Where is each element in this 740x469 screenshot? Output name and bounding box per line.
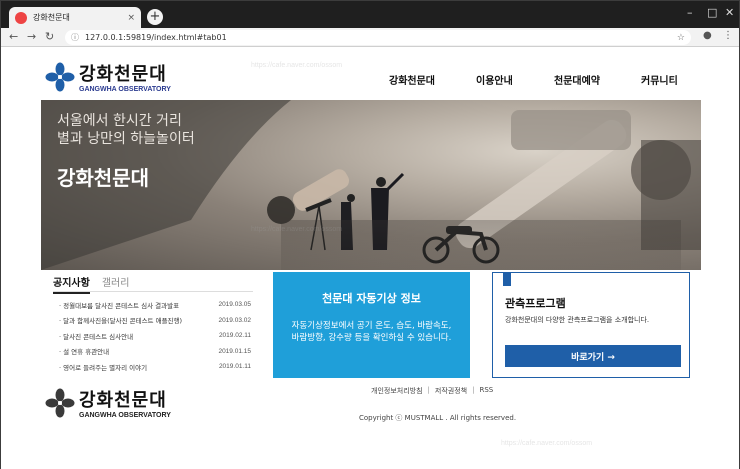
- list-item[interactable]: 달사진 콘테스트 심사안내 2019.02.11: [59, 328, 251, 344]
- browser-tab[interactable]: 강화천문대 ×: [9, 7, 141, 28]
- profile-icon[interactable]: ●: [703, 30, 712, 41]
- notice-title[interactable]: 달과 함께사진을(달사진 콘테스트 애플진행): [59, 315, 182, 325]
- observatory-logo-icon: [45, 388, 75, 417]
- list-item[interactable]: 달과 함께사진을(달사진 콘테스트 애플진행) 2019.03.02: [59, 313, 251, 329]
- notice-title[interactable]: 영어로 들려주는 별자리 이야기: [59, 362, 147, 372]
- notice-title[interactable]: 달사진 콘테스트 심사안내: [59, 331, 133, 341]
- weather-info-box[interactable]: 천문대 자동기상 정보 자동기상정보에서 공기 온도, 습도, 바람속도, 바람…: [273, 272, 470, 378]
- nav-menu-observatory[interactable]: 강화천문대: [389, 72, 435, 88]
- maximize-icon[interactable]: □: [707, 6, 717, 19]
- notice-date: 2019.01.15: [218, 347, 251, 355]
- go-button[interactable]: 바로가기 →: [505, 345, 681, 367]
- forward-icon[interactable]: →: [27, 30, 36, 43]
- url-text: 127.0.0.1:59819/index.html#tab01: [85, 33, 227, 42]
- footer-separator: |: [427, 386, 430, 394]
- watermark-text: https://cafe.naver.com/ossom: [501, 440, 593, 447]
- browser-window: 강화천문대 × + – □ ✕ ← → ↻ ⓘ 127.0.0.1:59819/…: [0, 0, 740, 469]
- tab-close-icon[interactable]: ×: [127, 13, 135, 23]
- privacy-policy-link[interactable]: 개인정보처리방침: [371, 386, 423, 396]
- nav-menu-guide[interactable]: 이용안내: [476, 72, 513, 88]
- bookmark-star-icon[interactable]: ☆: [677, 33, 685, 43]
- observatory-logo-icon: [45, 62, 75, 91]
- footer-logo-english: GANGWHA OBSERVATORY: [79, 412, 171, 419]
- hero-tagline-2: 별과 낭만의 하늘놀이터: [57, 131, 195, 147]
- notice-list: 정월대보름 달사진 콘테스트 심사 결과발표 2019.03.05 달과 함께사…: [59, 297, 251, 375]
- address-bar[interactable]: ⓘ 127.0.0.1:59819/index.html#tab01 ☆: [65, 30, 691, 45]
- header-logo[interactable]: 강화천문대 GANGWHA OBSERVATORY: [45, 60, 171, 93]
- new-tab-button[interactable]: +: [147, 9, 163, 25]
- favicon-icon: [15, 11, 27, 24]
- hero-tagline-1: 서울에서 한시간 거리: [57, 113, 182, 129]
- hero-banner: 서울에서 한시간 거리 별과 낭만의 하늘놀이터 강화천문대: [41, 100, 701, 270]
- notice-title[interactable]: 정월대보름 달사진 콘테스트 심사 결과발표: [59, 300, 179, 310]
- footer-separator: |: [472, 386, 475, 394]
- minimize-icon[interactable]: –: [687, 6, 693, 19]
- close-window-icon[interactable]: ✕: [725, 6, 734, 19]
- menu-dots-icon[interactable]: ⋮: [723, 30, 733, 41]
- rss-link[interactable]: RSS: [479, 386, 493, 396]
- weather-title: 천문대 자동기상 정보: [322, 292, 421, 305]
- copyright-text: Copyright ⓒ MUSTMALL . All rights reserv…: [359, 414, 517, 422]
- notice-divider: [53, 291, 253, 292]
- list-item[interactable]: 영어로 들려주는 별자리 이야기 2019.01.11: [59, 359, 251, 375]
- nav-menu-community[interactable]: 커뮤니티: [641, 72, 678, 88]
- program-accent-bar: [503, 273, 511, 286]
- nav-menu-reservation[interactable]: 천문대예약: [554, 72, 600, 88]
- program-box: 관측프로그램 강화천문대의 다양한 관측프로그램을 소개합니다. 바로가기 →: [492, 272, 690, 378]
- back-icon[interactable]: ←: [9, 30, 18, 43]
- program-description: 강화천문대의 다양한 관측프로그램을 소개합니다.: [505, 316, 650, 324]
- notice-date: 2019.03.02: [218, 316, 251, 324]
- notice-title[interactable]: 설 연휴 휴관안내: [59, 346, 109, 356]
- footer-links: 개인정보처리방침 | 저작권정책 | RSS: [371, 386, 493, 396]
- list-item[interactable]: 정월대보름 달사진 콘테스트 심사 결과발표 2019.03.05: [59, 297, 251, 313]
- weather-description: 자동기상정보에서 공기 온도, 습도, 바람속도, 바람방향, 강수량 등을 확…: [291, 321, 452, 343]
- web-page: 강화천문대 GANGWHA OBSERVATORY 강화천문대 이용안내 천문대…: [1, 48, 739, 469]
- logo-english: GANGWHA OBSERVATORY: [79, 86, 171, 93]
- logo-korean: 강화천문대: [79, 64, 167, 85]
- browser-toolbar: ← → ↻ ⓘ 127.0.0.1:59819/index.html#tab01…: [1, 28, 739, 47]
- watermark-text: https://cafe.naver.com/ossom: [251, 62, 343, 69]
- notice-date: 2019.03.05: [218, 301, 251, 309]
- copyright-policy-link[interactable]: 저작권정책: [435, 386, 467, 396]
- footer-logo-korean: 강화천문대: [79, 390, 167, 411]
- tab-title: 강화천문대: [33, 13, 70, 22]
- tab-strip: 강화천문대 × + – □ ✕: [1, 1, 739, 28]
- reload-icon[interactable]: ↻: [45, 30, 54, 43]
- notice-date: 2019.02.11: [218, 332, 251, 340]
- program-title: 관측프로그램: [505, 297, 566, 310]
- hero-title: 강화천문대: [57, 166, 149, 190]
- footer-logo: 강화천문대 GANGWHA OBSERVATORY: [45, 386, 171, 419]
- notice-date: 2019.01.11: [218, 363, 251, 371]
- info-icon[interactable]: ⓘ: [71, 32, 79, 43]
- list-item[interactable]: 설 연휴 휴관안내 2019.01.15: [59, 344, 251, 360]
